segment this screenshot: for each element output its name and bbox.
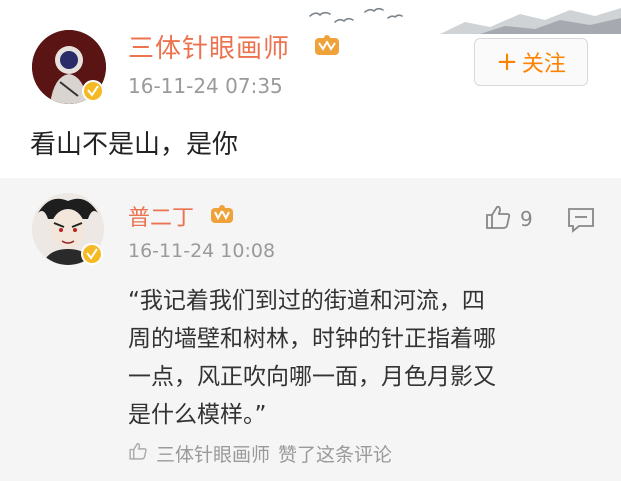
vip-crown-icon bbox=[210, 204, 234, 228]
vip-crown-icon bbox=[314, 34, 340, 60]
liked-by-user[interactable]: 三体针眼画师 bbox=[156, 440, 270, 467]
verified-badge-icon bbox=[81, 243, 103, 265]
comment-line: 是什么模样。” bbox=[128, 402, 267, 428]
like-count: 9 bbox=[520, 207, 533, 231]
follow-label: 关注 bbox=[521, 52, 566, 77]
thumbs-up-icon bbox=[484, 203, 512, 236]
decorative-banner bbox=[290, 0, 621, 34]
thumbs-up-icon bbox=[128, 441, 148, 466]
follow-button[interactable]: + 关注 bbox=[474, 38, 588, 86]
post-content: 看山不是山，是你 bbox=[30, 130, 239, 160]
comment-timestamp: 16-11-24 10:08 bbox=[128, 240, 276, 262]
comment-bubble-icon[interactable] bbox=[567, 207, 595, 237]
comment-author-name[interactable]: 普二丁 bbox=[128, 200, 194, 232]
comment-line: “我记着我们到过的街道和河流，四 bbox=[128, 288, 485, 314]
like-button[interactable]: 9 bbox=[484, 204, 533, 234]
post-timestamp: 16-11-24 07:35 bbox=[128, 74, 283, 98]
comment-line: 周的墙壁和树林，时钟的针正指着哪 bbox=[128, 326, 496, 352]
post-author-name[interactable]: 三体针眼画师 bbox=[128, 28, 290, 65]
comment-content: “我记着我们到过的街道和河流，四 周的墙壁和树林，时钟的针正指着哪 一点，风正吹… bbox=[128, 282, 578, 434]
comment-line: 一点，风正吹向哪一面，月色月影又 bbox=[128, 364, 496, 390]
liked-by-text: 赞了这条评论 bbox=[278, 444, 393, 466]
verified-badge-icon bbox=[82, 80, 104, 102]
plus-icon: + bbox=[496, 47, 518, 77]
liked-by-author: 三体针眼画师 赞了这条评论 bbox=[128, 440, 392, 467]
